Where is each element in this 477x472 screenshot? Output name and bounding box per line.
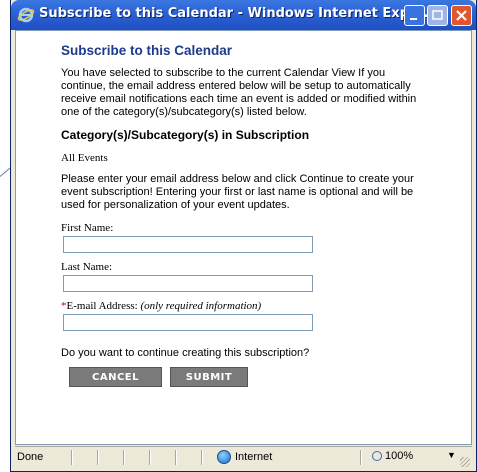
resize-grip-icon[interactable] bbox=[460, 457, 470, 467]
categories-heading: Category(s)/Subcategory(s) in Subscripti… bbox=[61, 128, 310, 142]
instructions-text: Please enter your email address below an… bbox=[61, 173, 414, 211]
subscription-form: Subscribe to this Calendar You have sele… bbox=[61, 43, 431, 441]
zoom-icon bbox=[372, 451, 382, 461]
minimize-button[interactable] bbox=[404, 5, 425, 26]
status-divider bbox=[149, 450, 150, 465]
button-row: CANCEL SUBMIT bbox=[69, 367, 431, 387]
status-divider bbox=[175, 450, 176, 465]
page-title: Subscribe to this Calendar bbox=[61, 43, 233, 58]
browser-popup-window: Subscribe to this Calendar - Windows Int… bbox=[10, 0, 477, 472]
email-field[interactable] bbox=[63, 314, 313, 331]
confirm-question: Do you want to continue creating this su… bbox=[61, 347, 310, 359]
status-text: Done bbox=[17, 451, 44, 463]
status-divider bbox=[360, 450, 361, 465]
maximize-button[interactable] bbox=[427, 5, 448, 26]
submit-button[interactable]: SUBMIT bbox=[170, 367, 248, 387]
page-content: Subscribe to this Calendar You have sele… bbox=[15, 30, 472, 445]
zone-label: Internet bbox=[235, 451, 273, 463]
minimize-icon bbox=[410, 18, 417, 20]
status-divider bbox=[123, 450, 124, 465]
email-note: (only required information) bbox=[140, 300, 262, 312]
close-button[interactable] bbox=[451, 5, 472, 26]
email-label-row: *E-mail Address: (only required informat… bbox=[61, 300, 431, 312]
zoom-dropdown-icon[interactable]: ▼ bbox=[447, 450, 456, 460]
first-name-field[interactable] bbox=[63, 236, 313, 253]
internet-explorer-icon bbox=[17, 7, 35, 23]
email-label: E-mail Address: bbox=[66, 300, 138, 312]
last-name-field[interactable] bbox=[63, 275, 313, 292]
status-bar: Done Internet 100% ▼ bbox=[15, 446, 472, 469]
status-divider bbox=[201, 450, 202, 465]
intro-text: You have selected to subscribe to the cu… bbox=[61, 67, 417, 118]
title-bar[interactable]: Subscribe to this Calendar - Windows Int… bbox=[11, 0, 476, 30]
first-name-label: First Name: bbox=[61, 222, 114, 234]
zoom-control[interactable]: 100% bbox=[372, 450, 413, 462]
status-divider bbox=[71, 450, 72, 465]
globe-icon bbox=[217, 450, 231, 464]
security-zone[interactable]: Internet bbox=[217, 450, 272, 464]
maximize-icon bbox=[432, 10, 443, 20]
close-icon bbox=[456, 10, 467, 21]
cancel-button[interactable]: CANCEL bbox=[69, 367, 162, 387]
last-name-label: Last Name: bbox=[61, 261, 113, 273]
status-divider bbox=[97, 450, 98, 465]
zoom-level: 100% bbox=[385, 450, 414, 462]
categories-value: All Events bbox=[61, 152, 108, 164]
window-title: Subscribe to this Calendar - Windows Int… bbox=[39, 6, 429, 21]
